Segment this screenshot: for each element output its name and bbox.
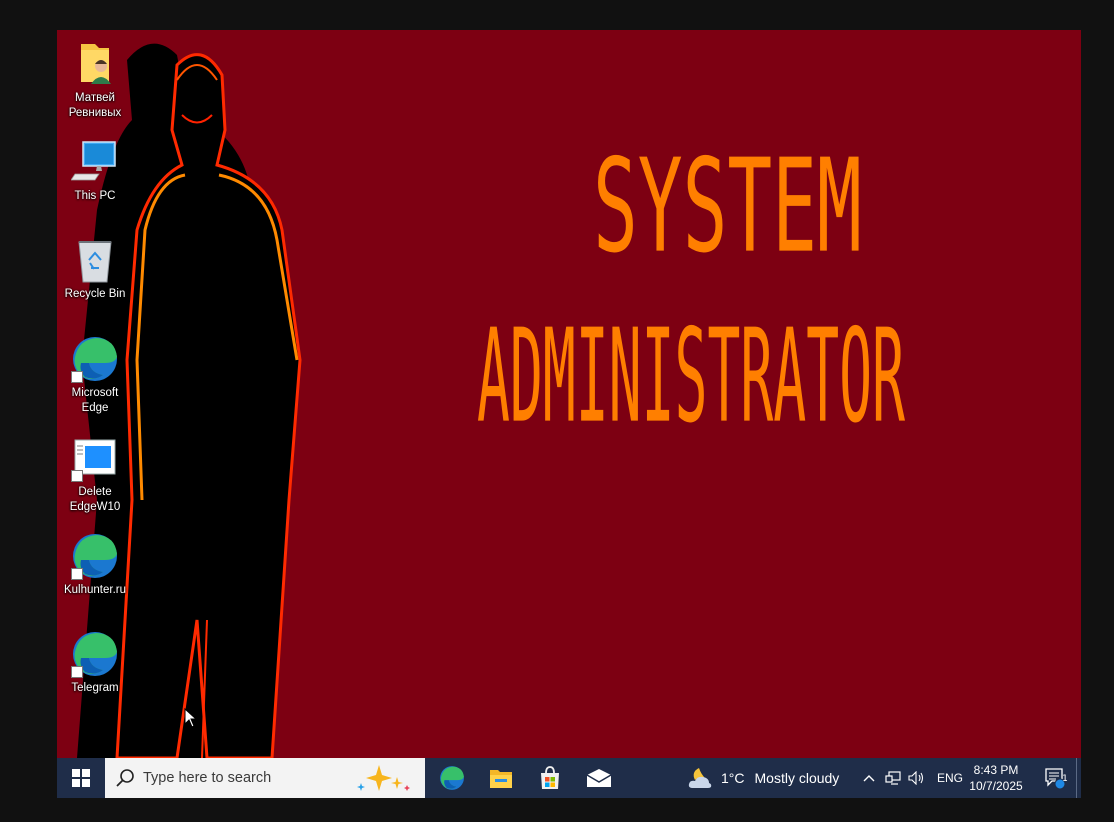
- desktop-icon-kulhunter[interactable]: Kulhunter.ru: [59, 532, 131, 598]
- clock-time: 8:43 PM: [973, 763, 1019, 777]
- search-highlight-sparkle-icon: [357, 765, 410, 791]
- taskbar-weather-widget[interactable]: 1°C Mostly cloudy: [687, 758, 839, 798]
- taskbar-mail-button[interactable]: [574, 758, 623, 798]
- mail-icon: [586, 769, 611, 787]
- desktop-icon-telegram[interactable]: Telegram: [59, 630, 131, 696]
- shortcut-arrow-icon: [71, 568, 83, 580]
- desktop-screen: SYSTEM ADMINISTRATOR Матвей Ревнивых Thi…: [57, 30, 1081, 798]
- search-placeholder: Type here to search: [143, 770, 272, 786]
- system-tray: ENG: [857, 758, 963, 798]
- taskbar-edge-button[interactable]: [427, 758, 476, 798]
- taskbar-search-box[interactable]: Type here to search: [105, 758, 425, 798]
- notification-count-badge: 1: [1062, 774, 1068, 784]
- shortcut-arrow-icon: [71, 371, 83, 383]
- taskbar-store-button[interactable]: [525, 758, 574, 798]
- wallpaper-title-line2: ADMINISTRATOR: [477, 300, 906, 452]
- desktop-icon-delete-edgew10[interactable]: Delete EdgeW10: [59, 434, 131, 515]
- shortcut-arrow-icon: [71, 470, 83, 482]
- edge-icon: [71, 532, 119, 580]
- speaker-icon: [908, 771, 924, 785]
- computer-icon: [70, 138, 119, 186]
- wallpaper-title-line1: SYSTEM: [593, 130, 862, 282]
- desktop-icon-label: Telegram: [71, 682, 119, 694]
- network-icon: [885, 771, 901, 785]
- chevron-up-icon: [863, 775, 875, 782]
- store-icon: [540, 766, 559, 789]
- desktop-icon-label: This PC: [74, 190, 116, 202]
- desktop-icon-label: Delete EdgeW10: [69, 486, 121, 513]
- action-center-button[interactable]: 1: [1035, 758, 1075, 798]
- edge-icon: [439, 766, 464, 790]
- start-button[interactable]: [57, 758, 105, 798]
- recycle-bin-icon: [71, 236, 119, 284]
- search-icon: [116, 769, 134, 787]
- desktop-icon-user-folder[interactable]: Матвей Ревнивых: [59, 40, 131, 121]
- desktop-icon-label: Kulhunter.ru: [63, 584, 126, 596]
- partly-cloudy-night-icon: [688, 768, 712, 788]
- taskbar: Type here to search 1°C Mostly cloudy EN…: [57, 758, 1081, 798]
- desktop-icon-this-pc[interactable]: This PC: [59, 138, 131, 204]
- user-folder-icon: [71, 40, 119, 88]
- windows-logo-icon: [72, 769, 90, 787]
- tray-network-button[interactable]: [881, 758, 905, 798]
- edge-icon: [71, 630, 119, 678]
- tray-volume-button[interactable]: [905, 758, 929, 798]
- shortcut-arrow-icon: [71, 666, 83, 678]
- file-explorer-icon: [489, 770, 512, 788]
- desktop-icon-recycle-bin[interactable]: Recycle Bin: [59, 236, 131, 302]
- taskbar-clock[interactable]: 8:43 PM 10/7/2025: [957, 758, 1035, 798]
- clock-date: 10/7/2025: [969, 779, 1023, 793]
- desktop-icon-microsoft-edge[interactable]: Microsoft Edge: [59, 335, 131, 416]
- tray-overflow-button[interactable]: [857, 758, 881, 798]
- desktop-wallpaper: SYSTEM ADMINISTRATOR: [57, 30, 1081, 758]
- mouse-cursor-icon: [184, 708, 198, 728]
- desktop-icon-label: Recycle Bin: [64, 288, 126, 300]
- show-desktop-button[interactable]: [1076, 758, 1081, 798]
- edge-icon: [71, 335, 119, 383]
- window-app-icon: [71, 434, 119, 482]
- weather-temperature: 1°C: [721, 770, 745, 786]
- taskbar-file-explorer-button[interactable]: [476, 758, 525, 798]
- weather-condition: Mostly cloudy: [754, 770, 840, 786]
- desktop-icon-label: Microsoft Edge: [71, 387, 119, 414]
- desktop-icon-label: Матвей Ревнивых: [68, 92, 122, 119]
